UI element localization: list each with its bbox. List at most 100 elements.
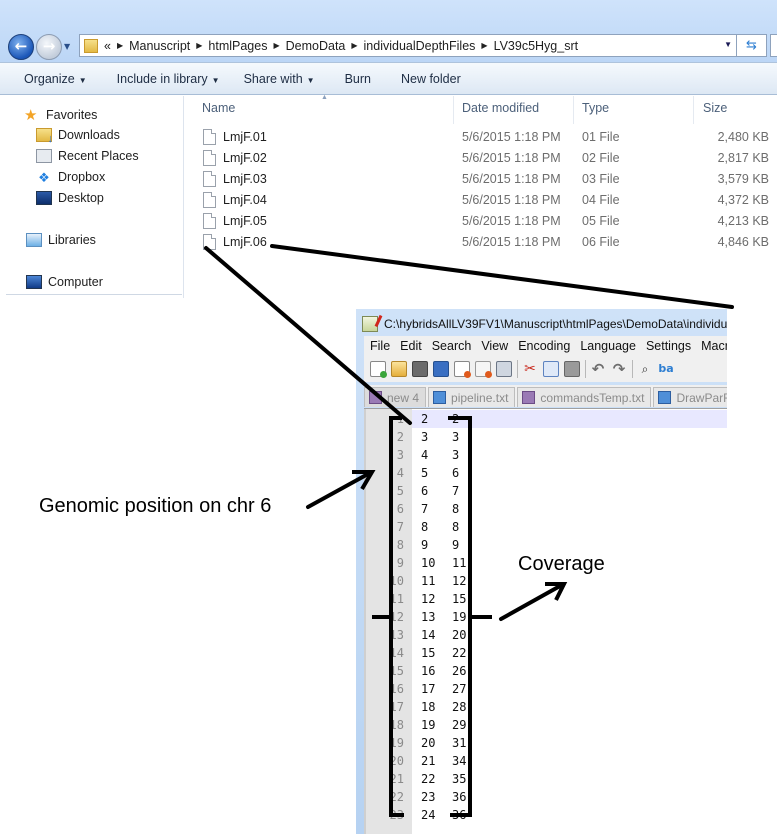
document-tab[interactable]: DrawParFreqPlot [653,387,727,407]
code-line[interactable]: 16 17 27 [364,680,727,698]
genomic-position-value: 24 [421,808,436,822]
undo-icon[interactable]: ↶ [590,361,606,377]
redo-icon[interactable]: ↷ [611,361,627,377]
address-dropdown-icon[interactable]: ▼ [724,40,732,49]
refresh-button[interactable]: ⇆ [737,34,767,57]
code-line[interactable]: 18 19 29 [364,716,727,734]
address-bar[interactable]: « ▶ Manuscript ▶ htmlPages ▶ DemoData ▶ … [79,34,737,57]
save-icon[interactable] [412,361,428,377]
code-line[interactable]: 13 14 20 [364,626,727,644]
code-line[interactable]: 5 6 7 [364,482,727,500]
code-line[interactable]: 12 13 19 [364,608,727,626]
close-all-icon[interactable] [475,361,492,378]
code-line[interactable]: 3 4 3 [364,446,727,464]
column-divider[interactable] [453,96,454,124]
nav-favorites[interactable]: ★ Favorites [24,106,97,124]
menu-file[interactable]: File [370,339,390,353]
nav-computer[interactable]: Computer [26,275,103,289]
file-row[interactable]: LmjF.01 5/6/2015 1:18 PM 01 File 2,480 KB [185,127,777,148]
file-row[interactable]: LmjF.06 5/6/2015 1:18 PM 06 File 4,846 KB [185,232,777,253]
new-folder-button[interactable]: New folder [401,72,461,86]
code-line[interactable]: 17 18 28 [364,698,727,716]
paste-icon[interactable] [564,361,580,377]
close-file-icon[interactable] [454,361,471,378]
code-line[interactable]: 7 8 8 [364,518,727,536]
breadcrumb-demodata[interactable]: DemoData [286,39,346,53]
include-in-library-button[interactable]: Include in library ▼ [117,72,220,86]
file-row[interactable]: LmjF.05 5/6/2015 1:18 PM 05 File 4,213 KB [185,211,777,232]
code-line[interactable]: 15 16 26 [364,662,727,680]
save-all-icon[interactable] [433,361,449,377]
file-row[interactable]: LmjF.03 5/6/2015 1:18 PM 03 File 3,579 KB [185,169,777,190]
breadcrumb-current-folder[interactable]: LV39c5Hyg_srt [494,39,579,53]
burn-button[interactable]: Burn [345,72,371,86]
chevron-down-icon: ▼ [306,75,315,85]
code-line[interactable]: 4 5 6 [364,464,727,482]
file-date-modified: 5/6/2015 1:18 PM [462,130,561,144]
search-box[interactable] [770,34,777,57]
code-line[interactable]: 14 15 22 [364,644,727,662]
breadcrumb-separator-icon[interactable]: ▶ [196,41,202,50]
column-header-size[interactable]: Size [703,101,727,115]
print-icon[interactable] [496,361,512,377]
recent-pages-dropdown[interactable]: ▼ [64,42,70,51]
nav-desktop-label: Desktop [58,191,104,205]
breadcrumb-separator-icon[interactable]: ▶ [117,41,123,50]
menu-search[interactable]: Search [432,339,472,353]
menu-language[interactable]: Language [580,339,636,353]
menu-encoding[interactable]: Encoding [518,339,570,353]
breadcrumb-separator-icon[interactable]: ▶ [351,41,357,50]
breadcrumb-htmlpages[interactable]: htmlPages [208,39,267,53]
breadcrumb-individualdepthfiles[interactable]: individualDepthFiles [364,39,476,53]
replace-icon[interactable]: ba [658,361,674,377]
menu-edit[interactable]: Edit [400,339,422,353]
nav-downloads[interactable]: Downloads [36,128,120,145]
new-file-icon[interactable] [370,361,387,378]
column-divider[interactable] [573,96,574,124]
coverage-value: 6 [452,466,460,480]
column-header-type[interactable]: Type [582,101,609,115]
document-tab[interactable]: new 4 [364,387,427,407]
share-with-button[interactable]: Share with ▼ [244,72,315,86]
organize-button[interactable]: Organize ▼ [24,72,87,86]
code-line[interactable]: 23 24 36 [364,806,727,824]
text-editor[interactable]: 1 2 2 2 3 3 3 4 3 4 5 6 5 6 7 6 7 8 7 8 8 8 9 9 9 10 11 10 11 12 11 12 1… [364,408,727,834]
breadcrumb-manuscript[interactable]: Manuscript [129,39,190,53]
menu-view[interactable]: View [481,339,508,353]
menu-macro[interactable]: Macro [701,339,727,353]
code-line[interactable]: 22 23 36 [364,788,727,806]
code-line[interactable]: 8 9 9 [364,536,727,554]
document-tab[interactable]: pipeline.txt [428,387,516,407]
menu-settings[interactable]: Settings [646,339,691,353]
nav-recent-places[interactable]: Recent Places [36,149,139,163]
nav-desktop[interactable]: Desktop [36,191,104,205]
code-line[interactable]: 19 20 31 [364,734,727,752]
genomic-position-value: 10 [421,556,436,570]
document-tab[interactable]: commandsTemp.txt [517,387,652,407]
cut-icon[interactable]: ✂ [522,361,538,377]
open-file-icon[interactable] [391,361,407,377]
find-icon[interactable]: ⌕ [637,361,653,377]
code-line[interactable]: 11 12 15 [364,590,727,608]
saved-file-icon [658,391,672,404]
breadcrumb-separator-icon[interactable]: ▶ [273,41,279,50]
code-line[interactable]: 20 21 34 [364,752,727,770]
breadcrumb-separator-icon[interactable]: ▶ [481,41,487,50]
nav-dropbox[interactable]: ❖ Dropbox [36,170,105,185]
column-header-date-modified[interactable]: Date modified [462,101,539,115]
copy-icon[interactable] [543,361,559,377]
genomic-position-value: 8 [421,520,429,534]
code-line[interactable]: 2 3 3 [364,428,727,446]
forward-button[interactable]: → [36,34,62,60]
file-row[interactable]: LmjF.04 5/6/2015 1:18 PM 04 File 4,372 KB [185,190,777,211]
back-button[interactable]: ← [8,34,34,60]
code-line[interactable]: 1 2 2 [364,410,727,428]
file-row[interactable]: LmjF.02 5/6/2015 1:18 PM 02 File 2,817 KB [185,148,777,169]
nav-libraries[interactable]: Libraries [26,233,96,247]
code-line[interactable]: 21 22 35 [364,770,727,788]
column-divider[interactable] [693,96,694,124]
column-header-name[interactable]: Name [202,101,235,115]
breadcrumb-overflow[interactable]: « [104,39,111,53]
code-line[interactable]: 6 7 8 [364,500,727,518]
genomic-position-value: 11 [421,574,436,588]
